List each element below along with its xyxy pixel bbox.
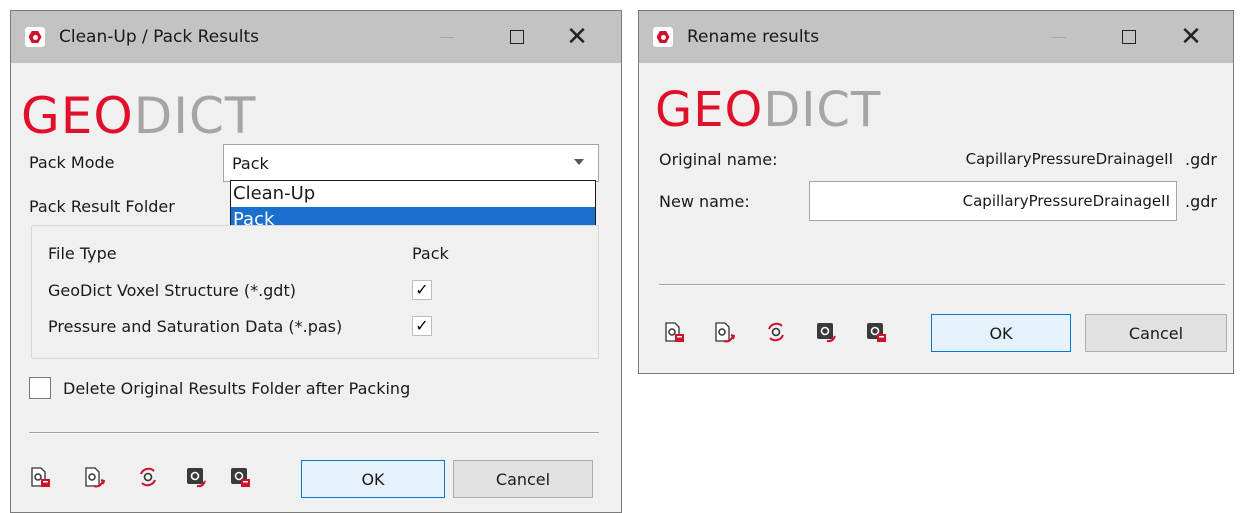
column-header-file-type: File Type [48, 244, 117, 263]
separator [659, 284, 1225, 286]
close-button[interactable]: ✕ [1167, 11, 1215, 63]
maximize-button[interactable] [493, 11, 541, 63]
maximize-icon [1122, 30, 1136, 44]
load-settings-icon[interactable] [29, 466, 51, 488]
minimize-icon [440, 36, 454, 38]
ok-button[interactable]: OK [301, 460, 445, 498]
new-name-label: New name: [659, 192, 750, 211]
pack-mode-select[interactable]: Pack [223, 144, 599, 182]
pack-results-dialog: Clean-Up / Pack Results ✕ GeoDict Pack M… [10, 10, 622, 513]
reset-settings-icon[interactable] [137, 466, 159, 488]
pack-gdt-checkbox[interactable]: ✓ [412, 280, 432, 300]
ok-button[interactable]: OK [931, 314, 1071, 352]
original-name-value: CapillaryPressureDrainageII [965, 150, 1173, 168]
reset-settings-icon[interactable] [765, 321, 787, 343]
save-macro-icon[interactable] [865, 321, 887, 343]
cancel-button[interactable]: Cancel [453, 460, 593, 498]
pack-mode-value: Pack [232, 153, 269, 173]
save-macro-icon[interactable] [229, 466, 251, 488]
geodict-app-icon [25, 27, 45, 47]
original-ext: .gdr [1185, 150, 1217, 169]
new-name-input[interactable]: CapillaryPressureDrainageII [809, 181, 1177, 221]
separator [29, 432, 599, 434]
window-title: Clean-Up / Pack Results [59, 27, 260, 47]
dropdown-option-clean-up[interactable]: Clean-Up [231, 181, 595, 207]
file-type-row-pas: Pressure and Saturation Data (*.pas) [48, 317, 343, 336]
save-settings-icon[interactable] [713, 321, 735, 343]
minimize-button[interactable] [1035, 11, 1083, 63]
load-settings-icon[interactable] [663, 321, 685, 343]
delete-original-label: Delete Original Results Folder after Pac… [63, 379, 411, 398]
close-button[interactable]: ✕ [553, 11, 601, 63]
rename-results-dialog: Rename results ✕ GeoDict Original name: … [638, 10, 1234, 374]
window-title: Rename results [687, 27, 820, 47]
file-type-row-gdt: GeoDict Voxel Structure (*.gdt) [48, 281, 296, 300]
load-macro-icon[interactable] [815, 321, 837, 343]
geodict-logo: GeoDict [655, 82, 882, 138]
result-folder-label: Pack Result Folder [29, 197, 175, 216]
column-header-pack: Pack [412, 244, 449, 263]
close-icon: ✕ [566, 22, 588, 52]
pack-mode-label: Pack Mode [29, 153, 115, 172]
title-bar[interactable]: Rename results ✕ [639, 11, 1233, 63]
save-settings-icon[interactable] [83, 466, 105, 488]
minimize-button[interactable] [423, 11, 471, 63]
delete-original-checkbox[interactable] [29, 377, 51, 399]
chevron-down-icon [574, 159, 584, 165]
original-name-label: Original name: [659, 150, 778, 169]
maximize-button[interactable] [1105, 11, 1153, 63]
file-type-table: File Type Pack GeoDict Voxel Structure (… [31, 225, 599, 359]
title-bar[interactable]: Clean-Up / Pack Results ✕ [11, 11, 621, 63]
new-ext: .gdr [1185, 192, 1217, 211]
close-icon: ✕ [1180, 22, 1202, 52]
minimize-icon [1052, 36, 1066, 38]
geodict-logo: GeoDict [21, 87, 257, 145]
maximize-icon [510, 30, 524, 44]
geodict-app-icon [653, 27, 673, 47]
load-macro-icon[interactable] [185, 466, 207, 488]
pack-pas-checkbox[interactable]: ✓ [412, 316, 432, 336]
cancel-button[interactable]: Cancel [1085, 314, 1227, 352]
